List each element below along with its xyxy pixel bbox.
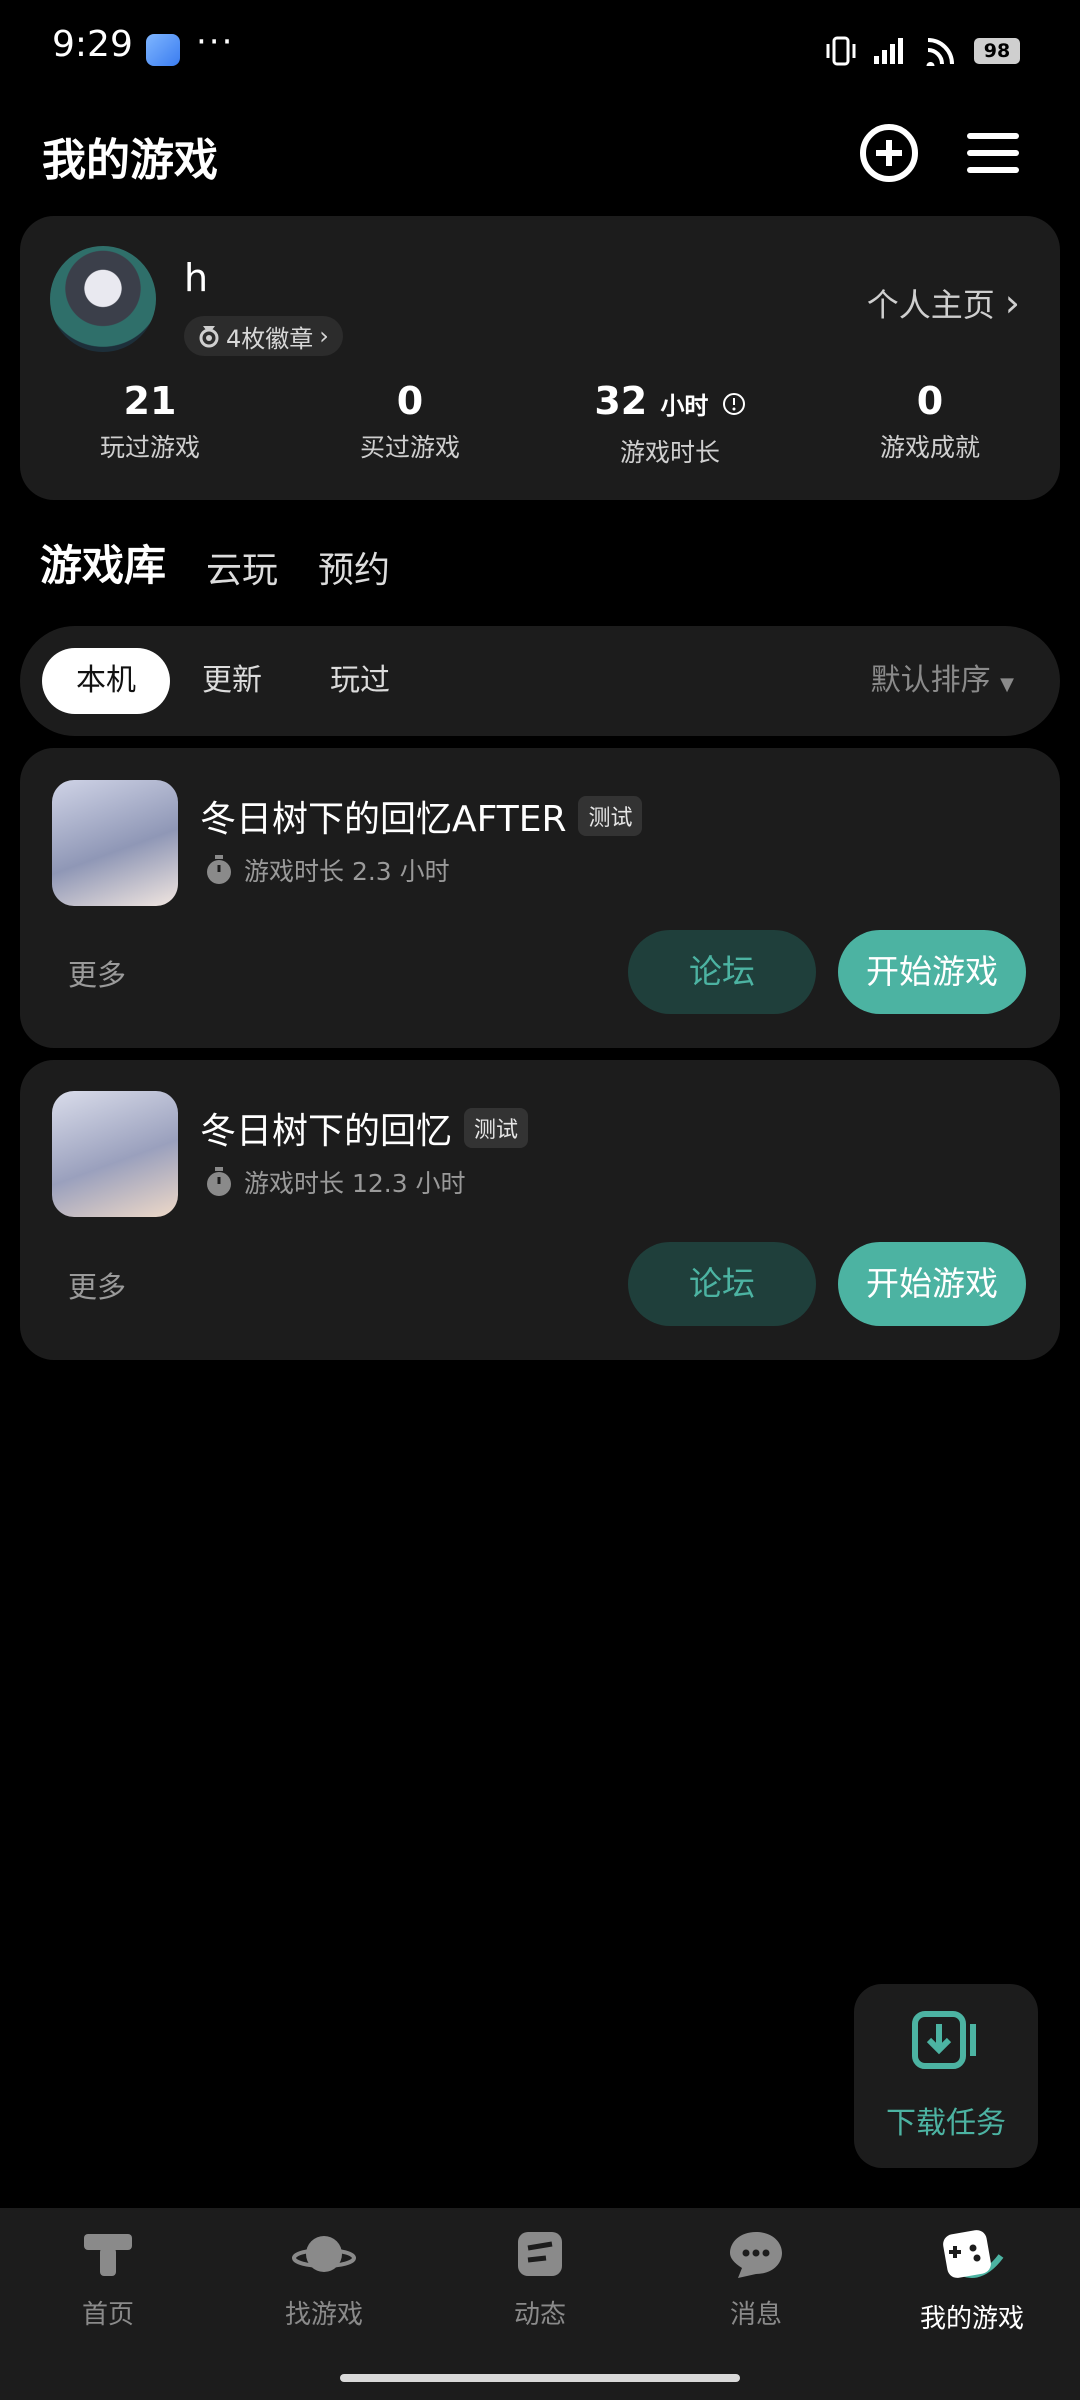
library-tabs: 游戏库 云玩 预约 bbox=[40, 532, 390, 593]
forum-button[interactable]: 论坛 bbox=[628, 930, 816, 1014]
signal-icon bbox=[874, 38, 903, 64]
tab-reservations[interactable]: 预约 bbox=[318, 541, 390, 593]
medal-icon bbox=[199, 326, 219, 348]
download-icon bbox=[912, 2011, 976, 2069]
game-title: 冬日树下的回忆 bbox=[200, 1111, 453, 1152]
wifi-icon bbox=[926, 38, 954, 66]
stopwatch-icon bbox=[207, 1167, 231, 1196]
download-tasks-label: 下载任务 bbox=[886, 2106, 1006, 2141]
stat-value: 32 bbox=[594, 379, 648, 423]
filter-updates[interactable]: 更新 bbox=[202, 648, 262, 714]
badges-button[interactable]: 4枚徽章 › bbox=[184, 316, 343, 356]
status-bar: 9:29 ··· 98 bbox=[0, 0, 1080, 100]
playtime-row: 游戏时长 2.3 小时 bbox=[204, 852, 450, 888]
playtime: 游戏时长 2.3 小时 bbox=[244, 857, 450, 886]
clock: 9:29 bbox=[52, 24, 133, 65]
stat-label: 买过游戏 bbox=[359, 433, 460, 462]
stat-played[interactable]: 21 玩过游戏 bbox=[30, 378, 270, 464]
start-game-button[interactable]: 开始游戏 bbox=[838, 930, 1026, 1014]
stat-value: 21 bbox=[123, 379, 177, 423]
home-icon bbox=[84, 2234, 132, 2276]
game-icon[interactable] bbox=[52, 780, 178, 906]
avatar[interactable] bbox=[50, 246, 156, 352]
menu-icon[interactable] bbox=[960, 120, 1026, 186]
nav-label: 动态 bbox=[513, 2300, 566, 2330]
tab-cloud-play[interactable]: 云玩 bbox=[206, 541, 278, 593]
playtime-row: 游戏时长 12.3 小时 bbox=[204, 1164, 466, 1200]
homepage-link[interactable]: 个人主页 › bbox=[867, 280, 1020, 326]
nav-home[interactable]: 首页 bbox=[0, 2226, 216, 2331]
chevron-right-icon: › bbox=[319, 322, 329, 350]
nav-label: 我的游戏 bbox=[919, 2304, 1024, 2334]
stat-playtime[interactable]: 32 小时 游戏时长 bbox=[550, 378, 790, 469]
filter-played[interactable]: 玩过 bbox=[330, 648, 390, 714]
battery-icon: 98 bbox=[974, 38, 1020, 64]
start-game-button[interactable]: 开始游戏 bbox=[838, 1242, 1026, 1326]
game-title: 冬日树下的回忆AFTER bbox=[200, 799, 567, 840]
username: h bbox=[184, 256, 209, 300]
nav-my-games[interactable]: 我的游戏 bbox=[864, 2226, 1080, 2335]
status-icons: 98 bbox=[824, 34, 1020, 68]
more-notifications-icon: ··· bbox=[196, 22, 235, 62]
chevron-right-icon: › bbox=[1004, 281, 1020, 325]
more-button[interactable]: 更多 bbox=[68, 1264, 126, 1306]
playtime: 游戏时长 12.3 小时 bbox=[244, 1169, 466, 1198]
nav-feed[interactable]: 动态 bbox=[432, 2226, 648, 2331]
stopwatch-icon bbox=[207, 855, 231, 884]
stat-label: 游戏时长 bbox=[619, 438, 720, 467]
add-circle-icon[interactable] bbox=[856, 120, 922, 186]
stat-label: 玩过游戏 bbox=[99, 433, 200, 462]
stat-label: 游戏成就 bbox=[879, 433, 980, 462]
weather-icon bbox=[146, 34, 180, 66]
badges-label: 4枚徽章 bbox=[226, 324, 314, 353]
planet-icon bbox=[292, 2236, 356, 2272]
stat-value: 0 bbox=[396, 379, 424, 423]
test-tag: 测试 bbox=[578, 796, 643, 836]
nav-label: 消息 bbox=[729, 2300, 782, 2330]
info-icon[interactable] bbox=[722, 392, 746, 416]
game-title-row: 冬日树下的回忆AFTER 测试 bbox=[200, 790, 643, 842]
game-icon[interactable] bbox=[52, 1091, 178, 1217]
sort-label: 默认排序 bbox=[870, 663, 991, 698]
stat-unit: 小时 bbox=[660, 392, 709, 420]
feed-icon bbox=[518, 2232, 562, 2276]
gamepad-icon bbox=[943, 2230, 1004, 2278]
forum-button[interactable]: 论坛 bbox=[628, 1242, 816, 1326]
nav-label: 首页 bbox=[81, 2300, 134, 2330]
homepage-label: 个人主页 bbox=[866, 286, 995, 324]
game-title-row: 冬日树下的回忆 测试 bbox=[200, 1102, 529, 1154]
stat-achievements[interactable]: 0 游戏成就 bbox=[810, 378, 1050, 464]
test-tag: 测试 bbox=[464, 1108, 529, 1148]
caret-down-icon: ▼ bbox=[1000, 674, 1014, 695]
sort-dropdown[interactable]: 默认排序 ▼ bbox=[871, 648, 1014, 714]
home-indicator bbox=[340, 2374, 740, 2382]
nav-discover[interactable]: 找游戏 bbox=[216, 2226, 432, 2331]
page-title: 我的游戏 bbox=[42, 135, 218, 186]
nav-messages[interactable]: 消息 bbox=[648, 2226, 864, 2331]
tab-library[interactable]: 游戏库 bbox=[40, 532, 167, 593]
more-button[interactable]: 更多 bbox=[68, 952, 126, 994]
stat-purchased[interactable]: 0 买过游戏 bbox=[290, 378, 530, 464]
vibrate-icon bbox=[826, 36, 856, 66]
stat-value: 0 bbox=[916, 379, 944, 423]
chat-bubble-icon bbox=[730, 2232, 782, 2278]
filter-local[interactable]: 本机 bbox=[42, 648, 170, 714]
nav-label: 找游戏 bbox=[284, 2300, 363, 2330]
